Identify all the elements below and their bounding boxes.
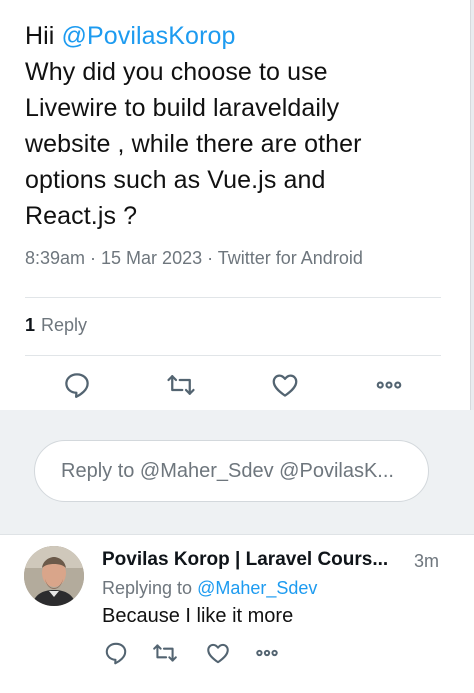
replying-to-handle[interactable]: @Maher_Sdev [197,578,317,598]
reply-compose-area: Reply to @Maher_Sdev @PovilasK... [0,410,474,534]
retweet-icon[interactable] [166,370,196,400]
reply-input[interactable]: Reply to @Maher_Sdev @PovilasK... [34,440,429,502]
tweet-text-line: React.js ? [25,202,138,230]
tweet-text-line: Why did you choose to use [25,58,328,86]
tweet-text-prefix: Hii [25,22,62,50]
tweet-text: Hii @PovilasKorop Why did you choose to … [25,18,455,234]
tweet-text-line: Livewire to build laraveldaily [25,94,340,122]
replying-to-label: Replying to [102,578,193,598]
mention-link[interactable]: @PovilasKorop [62,22,236,50]
tweet-meta: 8:39am · 15 Mar 2023 · Twitter for Andro… [25,248,363,268]
reply-count[interactable]: 1 Reply [25,315,87,336]
main-tweet: Hii @PovilasKorop Why did you choose to … [0,0,471,410]
reply-text: Because I like it more [102,605,294,627]
reply-input-placeholder: Reply to @Maher_Sdev @PovilasK... [61,459,394,482]
like-icon[interactable] [270,370,300,400]
reply-tweet[interactable]: Povilas Korop | Laravel Cours... 3m Repl… [0,534,474,693]
more-icon[interactable] [254,640,280,666]
divider [25,355,441,356]
divider [25,297,441,298]
tweet-text-line: Hii @PovilasKorop [25,18,455,54]
tweet-actions [0,362,470,408]
reply-author-name[interactable]: Povilas Korop | Laravel Cours... [102,549,402,571]
reply-count-number: 1 [25,315,36,335]
avatar[interactable] [24,546,84,606]
reply-count-label: Reply [41,315,88,335]
reply-icon[interactable] [103,640,129,666]
like-icon[interactable] [205,640,231,666]
more-icon[interactable] [374,370,404,400]
replying-to: Replying to @Maher_Sdev [102,578,317,599]
reply-tweet-actions [0,637,474,669]
tweet-text-line: options such as Vue.js and [25,166,326,194]
tweet-text-line: website , while there are other [25,130,362,158]
retweet-icon[interactable] [152,640,178,666]
reply-icon[interactable] [62,370,92,400]
reply-timestamp: 3m [414,551,440,571]
